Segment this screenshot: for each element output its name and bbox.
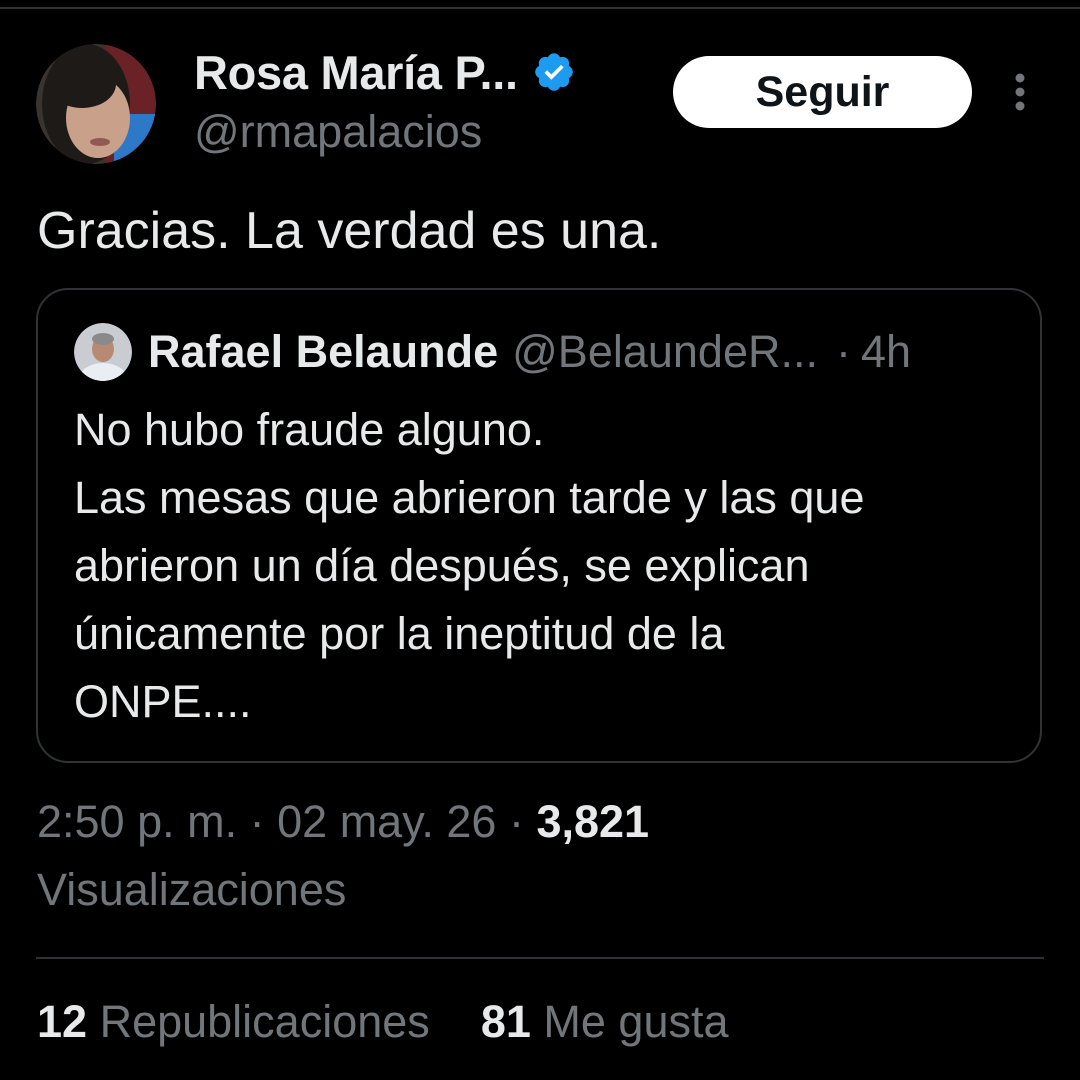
views-count: 3,821 bbox=[536, 796, 650, 847]
quoted-author-avatar bbox=[74, 323, 132, 381]
tweet-date[interactable]: 02 may. 26 bbox=[277, 796, 496, 847]
quoted-text-line: No hubo fraude alguno. bbox=[74, 404, 545, 455]
likes-stat[interactable]: 81 Me gusta bbox=[481, 996, 729, 1047]
author-display-name[interactable]: Rosa María P... bbox=[194, 45, 518, 100]
tweet-header: Rosa María P... @rmapalacios Seguir bbox=[36, 44, 1044, 166]
reposts-label: Republicaciones bbox=[99, 996, 430, 1047]
author-avatar[interactable] bbox=[36, 44, 156, 164]
quoted-tweet-header: Rafael Belaunde @BelaundeR... · 4h bbox=[74, 320, 911, 384]
quoted-author-name: Rafael Belaunde bbox=[148, 326, 499, 377]
quoted-timestamp: 4h bbox=[860, 326, 912, 377]
reposts-count: 12 bbox=[37, 996, 88, 1047]
views-label: Visualizaciones bbox=[37, 864, 347, 915]
follow-button[interactable]: Seguir bbox=[673, 56, 972, 128]
author-handle[interactable]: @rmapalacios bbox=[194, 106, 482, 158]
meta-separator: · bbox=[508, 796, 524, 847]
quoted-text-line: únicamente por la ineptitud de la bbox=[74, 608, 725, 659]
meta-separator: · bbox=[249, 796, 265, 847]
top-divider bbox=[0, 7, 1080, 9]
engagement-stats: 12 Republicaciones 81 Me gusta bbox=[37, 996, 729, 1048]
quoted-text-line: Las mesas que abrieron tarde y las que bbox=[74, 472, 865, 523]
likes-label: Me gusta bbox=[543, 996, 729, 1047]
tweet-time[interactable]: 2:50 p. m. bbox=[37, 796, 237, 847]
tweet-text: Gracias. La verdad es una. bbox=[37, 202, 662, 260]
quoted-tweet-text: No hubo fraude alguno. Las mesas que abr… bbox=[74, 396, 1014, 736]
quoted-text-line: ONPE.... bbox=[74, 676, 252, 727]
reposts-stat[interactable]: 12 Republicaciones bbox=[37, 996, 442, 1047]
stats-divider bbox=[36, 957, 1044, 959]
likes-count: 81 bbox=[480, 996, 531, 1047]
quoted-author-handle: @BelaundeR... bbox=[512, 326, 818, 377]
tweet-metadata: 2:50 p. m. · 02 may. 26 · 3,821 Visualiz… bbox=[37, 788, 1037, 924]
quoted-text-line: abrieron un día después, se explican bbox=[74, 540, 810, 591]
verified-badge-icon bbox=[532, 50, 576, 94]
quoted-tweet-card[interactable]: Rafael Belaunde @BelaundeR... · 4h No hu… bbox=[36, 288, 1042, 763]
author-name-row: Rosa María P... bbox=[194, 44, 576, 100]
quoted-separator: · bbox=[835, 326, 851, 377]
more-options-icon[interactable] bbox=[1000, 70, 1040, 114]
